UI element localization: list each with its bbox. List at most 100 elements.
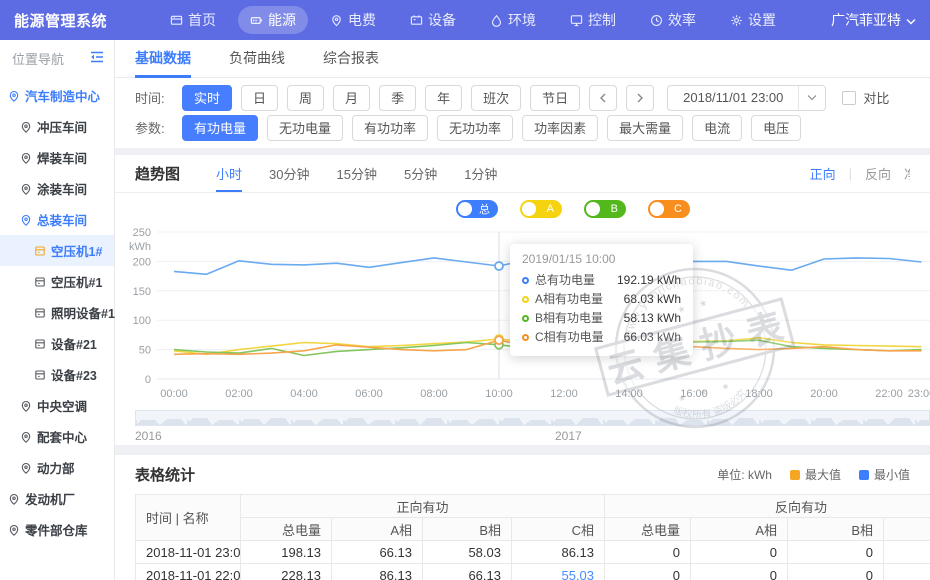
app-title: 能源管理系统 — [0, 10, 158, 31]
top-bar: 能源管理系统 首页能源电费设备环境控制效率设置 广汽菲亚特 — [0, 0, 930, 40]
cell-time: 2018-11-01 23:00 — [136, 541, 241, 564]
nav-item-settings[interactable]: 设置 — [718, 6, 788, 34]
interval-小时[interactable]: 小时 — [216, 155, 242, 193]
compare-checkbox[interactable] — [842, 91, 856, 105]
svg-text:02:00: 02:00 — [225, 388, 253, 400]
svg-text:16:00: 16:00 — [680, 388, 708, 400]
nav-item-home[interactable]: 首页 — [158, 6, 228, 34]
param-option-5[interactable]: 最大需量 — [607, 115, 683, 141]
efficiency-icon — [650, 14, 663, 27]
interval-tabs: 小时 30分钟 15分钟 5分钟 1分钟 — [216, 155, 524, 193]
interval-5分钟[interactable]: 5分钟 — [404, 155, 437, 193]
series-toggle-B[interactable]: B — [584, 200, 626, 218]
tree-item-配套中心[interactable]: 配套中心 — [0, 421, 114, 452]
time-option-2[interactable]: 周 — [287, 85, 324, 111]
tree-item-设备#23[interactable]: 设备#23 — [0, 359, 114, 390]
meter-icon — [34, 276, 46, 288]
tree-item-汽车制造中心[interactable]: 汽车制造中心 — [0, 80, 114, 111]
location-pin-icon — [8, 90, 20, 102]
filters-panel: 时间: 实时日周月季年班次节日 2018/11/01 23:00 对比 参数: … — [115, 78, 930, 148]
tooltip-row: B相有功电量58.13 kWh — [522, 309, 681, 328]
tenant-menu[interactable]: 广汽菲亚特 — [831, 10, 930, 30]
nav-item-energy[interactable]: 能源 — [238, 6, 308, 34]
direction-reverse[interactable]: 反向 — [865, 164, 891, 183]
svg-text:200: 200 — [133, 256, 151, 268]
stats-table: 时间 | 名称正向有功反向有功总电量A相B相C相总电量A相B相2018-11-0… — [135, 494, 930, 580]
col-B相: B相 — [423, 518, 512, 541]
tab-综合报表[interactable]: 综合报表 — [323, 40, 379, 77]
date-value: 2018/11/01 23:00 — [668, 90, 798, 105]
nav-item-efficiency[interactable]: 效率 — [638, 6, 708, 34]
interval-30分钟[interactable]: 30分钟 — [269, 155, 309, 193]
tree-item-总装车间[interactable]: 总装车间 — [0, 204, 114, 235]
tree-item-零件部仓库[interactable]: 零件部仓库 — [0, 514, 114, 545]
table-row[interactable]: 2018-11-01 22:00228.1386.1366.1355.03000 — [136, 564, 930, 580]
collapse-icon[interactable] — [90, 51, 104, 66]
next-button[interactable] — [626, 85, 654, 111]
param-option-2[interactable]: 有功功率 — [352, 115, 428, 141]
year-label: 2016 — [135, 429, 162, 443]
param-option-1[interactable]: 无功电量 — [267, 115, 343, 141]
nav-item-device[interactable]: 设备 — [398, 6, 468, 34]
time-option-7[interactable]: 节日 — [530, 85, 580, 111]
cell-value: 0 — [788, 564, 884, 580]
interval-15分钟[interactable]: 15分钟 — [337, 155, 377, 193]
time-option-5[interactable]: 年 — [425, 85, 462, 111]
direction-forward[interactable]: 正向 — [810, 164, 836, 183]
group-正向有功: 正向有功 — [241, 495, 605, 518]
cell-value: 228.13 — [241, 564, 332, 580]
svg-text:06:00: 06:00 — [355, 388, 383, 400]
col-A相: A相 — [332, 518, 423, 541]
param-option-3[interactable]: 无功功率 — [437, 115, 513, 141]
cell-value: 0 — [605, 541, 691, 564]
tree-item-动力部[interactable]: 动力部 — [0, 452, 114, 483]
param-option-6[interactable]: 电流 — [692, 115, 742, 141]
prev-button[interactable] — [589, 85, 617, 111]
series-toggle-总[interactable]: 总 — [456, 200, 498, 218]
tree-item-发动机厂[interactable]: 发动机厂 — [0, 483, 114, 514]
trend-title: 趋势图 — [135, 163, 180, 184]
svg-text:250: 250 — [133, 227, 151, 239]
tab-负荷曲线[interactable]: 负荷曲线 — [229, 40, 285, 77]
tree-item-空压机#1[interactable]: 空压机#1 — [0, 266, 114, 297]
param-options: 有功电量无功电量有功功率无功功率功率因素最大需量电流电压 — [182, 115, 810, 141]
tree-item-涂装车间[interactable]: 涂装车间 — [0, 173, 114, 204]
svg-text:kWh: kWh — [129, 241, 151, 253]
direction-switch: 正向 | 反向 净 — [810, 164, 910, 183]
cell-value: 66.13 — [423, 564, 512, 580]
nav-item-environment[interactable]: 环境 — [478, 6, 548, 34]
tree-item-焊装车间[interactable]: 焊装车间 — [0, 142, 114, 173]
compare-label: 对比 — [863, 88, 889, 107]
time-option-0[interactable]: 实时 — [182, 85, 232, 111]
interval-1分钟[interactable]: 1分钟 — [464, 155, 497, 193]
nav-item-control[interactable]: 控制 — [558, 6, 628, 34]
param-label: 参数: — [135, 118, 182, 137]
time-option-3[interactable]: 月 — [333, 85, 370, 111]
table-row[interactable]: 2018-11-01 23:00198.1366.1358.0386.13000 — [136, 541, 930, 564]
time-option-6[interactable]: 班次 — [471, 85, 521, 111]
nav-item-fee[interactable]: 电费 — [318, 6, 388, 34]
date-picker[interactable]: 2018/11/01 23:00 — [667, 85, 826, 111]
tree-item-空压机1#[interactable]: 空压机1# — [0, 235, 114, 266]
tree-item-照明设备#1[interactable]: 照明设备#1 — [0, 297, 114, 328]
tooltip-row: A相有功电量68.03 kWh — [522, 290, 681, 309]
param-option-4[interactable]: 功率因素 — [522, 115, 598, 141]
time-option-4[interactable]: 季 — [379, 85, 416, 111]
param-option-7[interactable]: 电压 — [751, 115, 801, 141]
time-option-1[interactable]: 日 — [241, 85, 278, 111]
fee-icon — [330, 14, 343, 27]
tree-item-中央空调[interactable]: 中央空调 — [0, 390, 114, 421]
table-group-header-row: 时间 | 名称正向有功反向有功 — [136, 495, 930, 518]
svg-text:150: 150 — [133, 285, 151, 297]
series-toggle-C[interactable]: C — [648, 200, 690, 218]
compare-toggle[interactable]: 对比 — [842, 88, 889, 107]
location-pin-icon — [20, 431, 32, 443]
tree-item-冲压车间[interactable]: 冲压车间 — [0, 111, 114, 142]
tab-基础数据[interactable]: 基础数据 — [135, 40, 191, 77]
datazoom-slider[interactable] — [135, 410, 930, 426]
param-option-0[interactable]: 有功电量 — [182, 115, 258, 141]
tree-item-设备#21[interactable]: 设备#21 — [0, 328, 114, 359]
cell-value: 198.13 — [241, 541, 332, 564]
series-legend: 总ABC — [115, 193, 930, 218]
series-toggle-A[interactable]: A — [520, 200, 562, 218]
